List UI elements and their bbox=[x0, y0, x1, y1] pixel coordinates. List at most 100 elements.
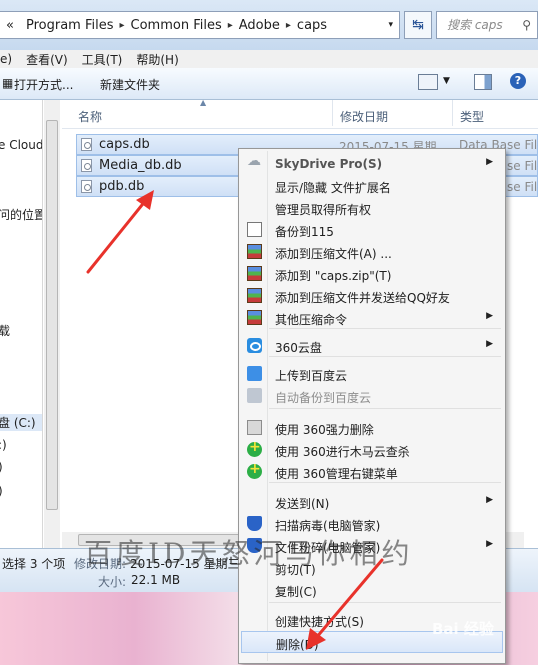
menu-item-label: 上传到百度云 bbox=[275, 369, 348, 383]
context-menu-item[interactable]: 使用 360强力删除 bbox=[241, 417, 503, 439]
menu-item-label: 自动备份到百度云 bbox=[275, 391, 372, 405]
menu-item-label: 使用 360强力删除 bbox=[275, 423, 374, 437]
breadcrumb-adobe[interactable]: Adobe bbox=[239, 18, 280, 33]
nav-item-drive-c[interactable]: 盘 (C:) bbox=[0, 414, 42, 431]
breadcrumb-separator-icon[interactable]: ▸ bbox=[228, 20, 233, 31]
breadcrumb-separator-icon[interactable]: ▸ bbox=[286, 20, 291, 31]
preview-pane-icon[interactable] bbox=[474, 74, 492, 90]
submenu-arrow-icon: ▶ bbox=[486, 539, 493, 549]
menu-item-label: 显示/隐藏 文件扩展名 bbox=[275, 181, 391, 195]
context-menu-item[interactable]: 上传到百度云 bbox=[241, 363, 503, 385]
context-menu-item[interactable]: SkyDrive Pro(S) ▶ bbox=[241, 153, 503, 175]
context-menu-item[interactable]: 添加到压缩文件(A) ... bbox=[241, 241, 503, 263]
context-menu-item[interactable]: 其他压缩命令 ▶ bbox=[241, 307, 503, 329]
pcmgr-shield-icon bbox=[247, 516, 262, 531]
selection-count: 选择 3 个项 bbox=[2, 557, 66, 571]
column-divider[interactable] bbox=[452, 100, 453, 126]
refresh-button[interactable]: ↹ bbox=[404, 11, 432, 39]
open-with-icon[interactable]: ▦ bbox=[2, 76, 13, 90]
file-name: Media_db.db bbox=[99, 158, 182, 173]
skydrive-icon bbox=[247, 153, 262, 171]
breadcrumb-caps[interactable]: caps bbox=[297, 18, 327, 33]
search-placeholder: 搜索 caps bbox=[447, 18, 503, 32]
menu-separator bbox=[269, 328, 501, 329]
menu-item-label: 管理员取得所有权 bbox=[275, 203, 372, 217]
context-menu-item[interactable]: 备份到115 bbox=[241, 219, 503, 241]
sort-ascending-icon: ▲ bbox=[200, 98, 207, 107]
menu-separator bbox=[269, 356, 501, 357]
column-modified[interactable]: 修改日期 bbox=[340, 108, 388, 125]
menu-item-label: 添加到 "caps.zip"(T) bbox=[275, 269, 392, 283]
360-plus-icon bbox=[247, 461, 262, 479]
nav-item-downloads[interactable]: 载 bbox=[0, 322, 10, 339]
navigation-pane: e Cloud 问的位置 载 盘 (C:) :) ) ) bbox=[0, 100, 43, 552]
baidu-cloud-icon bbox=[247, 366, 262, 381]
menu-item-label: 发送到(N) bbox=[275, 497, 330, 511]
column-header-row: 名称 ▲ 修改日期 类型 bbox=[62, 98, 538, 129]
nav-item-recent-places[interactable]: 问的位置 bbox=[0, 206, 42, 223]
menu-help[interactable]: 帮助(H) bbox=[136, 51, 178, 68]
menu-item-label: 360云盘 bbox=[275, 341, 322, 355]
breadcrumb-program-files[interactable]: Program Files bbox=[26, 18, 114, 33]
winrar-icon bbox=[247, 288, 262, 303]
menu-item-label: 使用 360进行木马云查杀 bbox=[275, 445, 410, 459]
submenu-arrow-icon: ▶ bbox=[486, 339, 493, 349]
menu-item-label: 使用 360管理右键菜单 bbox=[275, 467, 398, 481]
context-menu-item[interactable]: 使用 360管理右键菜单 bbox=[241, 461, 503, 483]
menu-bar: e) 查看(V) 工具(T) 帮助(H) bbox=[0, 50, 538, 68]
column-divider[interactable] bbox=[332, 100, 333, 126]
context-menu-item[interactable]: 发送到(N) ▶ bbox=[241, 491, 503, 513]
menu-separator bbox=[269, 408, 501, 409]
size-label: 大小: bbox=[98, 575, 127, 589]
360-cloud-icon bbox=[247, 338, 262, 353]
winrar-icon bbox=[247, 310, 262, 325]
view-options-icon[interactable] bbox=[418, 74, 438, 90]
menu-edit[interactable]: e) bbox=[0, 52, 12, 66]
size-value: 22.1 MB bbox=[131, 573, 181, 587]
context-menu-item[interactable]: 添加到 "caps.zip"(T) bbox=[241, 263, 503, 285]
winrar-icon bbox=[247, 244, 262, 259]
menu-item-label: 备份到115 bbox=[275, 225, 334, 239]
menu-separator bbox=[269, 482, 501, 483]
submenu-arrow-icon: ▶ bbox=[486, 495, 493, 505]
address-bar[interactable]: « Program Files ▸ Common Files ▸ Adobe ▸… bbox=[0, 11, 400, 39]
db-file-icon bbox=[81, 159, 92, 172]
nav-item-drive-e[interactable]: ) bbox=[0, 460, 3, 474]
context-menu-item[interactable]: 管理员取得所有权 bbox=[241, 197, 503, 219]
context-menu-item[interactable]: 显示/隐藏 文件扩展名 bbox=[241, 175, 503, 197]
menu-item-label: 添加到压缩文件并发送给QQ好友 bbox=[275, 291, 450, 305]
backup-115-icon bbox=[247, 222, 262, 237]
help-icon[interactable]: ? bbox=[510, 73, 526, 89]
breadcrumb-common-files[interactable]: Common Files bbox=[131, 18, 222, 33]
nav-item-drive-d[interactable]: :) bbox=[0, 438, 7, 452]
command-bar: ▦ 打开方式... 新建文件夹 ▼ ? bbox=[0, 68, 538, 100]
breadcrumb-separator-icon[interactable]: ▸ bbox=[119, 20, 124, 31]
menu-item-label: 其他压缩命令 bbox=[275, 313, 348, 327]
submenu-arrow-icon: ▶ bbox=[486, 311, 493, 321]
context-menu-item[interactable]: 自动备份到百度云 bbox=[241, 385, 503, 407]
context-menu-item[interactable]: 添加到压缩文件并发送给QQ好友 bbox=[241, 285, 503, 307]
new-folder-button[interactable]: 新建文件夹 bbox=[100, 76, 160, 93]
back-history-icon[interactable]: « bbox=[6, 18, 14, 33]
submenu-arrow-icon: ▶ bbox=[486, 157, 493, 167]
nav-item-cloud[interactable]: e Cloud bbox=[0, 138, 42, 152]
column-name[interactable]: 名称 bbox=[78, 108, 102, 125]
open-with-button[interactable]: 打开方式... bbox=[14, 76, 73, 93]
annotation-arrow-icon bbox=[86, 190, 154, 274]
nav-scrollbar-thumb[interactable] bbox=[46, 120, 58, 510]
search-input[interactable]: 搜索 caps ⚲ bbox=[436, 11, 538, 39]
search-icon[interactable]: ⚲ bbox=[522, 12, 531, 38]
nav-item-drive-f[interactable]: ) bbox=[0, 484, 3, 498]
menu-tools[interactable]: 工具(T) bbox=[82, 51, 123, 68]
context-menu-item[interactable]: 360云盘 ▶ bbox=[241, 335, 503, 357]
shredder-icon bbox=[247, 420, 262, 435]
db-file-icon bbox=[81, 138, 92, 151]
context-menu-item[interactable]: 使用 360进行木马云查杀 bbox=[241, 439, 503, 461]
annotation-arrow-icon bbox=[306, 558, 384, 650]
address-dropdown-icon[interactable]: ▾ bbox=[388, 20, 393, 30]
view-dropdown-icon[interactable]: ▼ bbox=[443, 76, 450, 86]
baidu-cloud-gray-icon bbox=[247, 388, 262, 403]
menu-view[interactable]: 查看(V) bbox=[26, 51, 68, 68]
360-plus-icon bbox=[247, 439, 262, 457]
column-type[interactable]: 类型 bbox=[460, 108, 484, 125]
